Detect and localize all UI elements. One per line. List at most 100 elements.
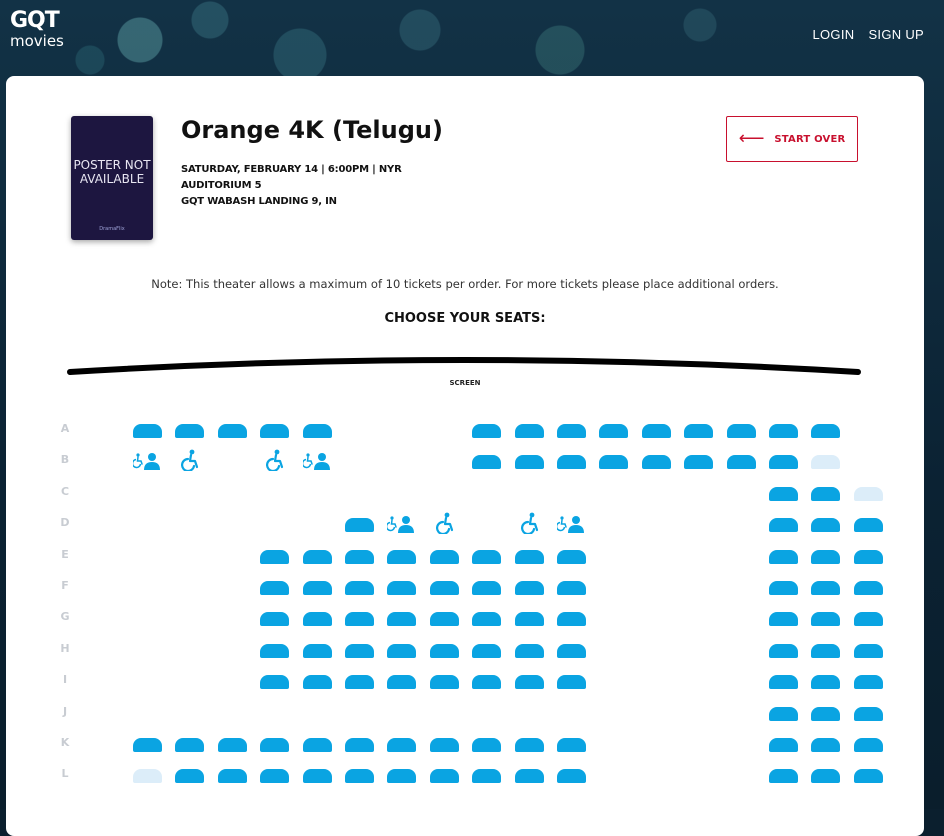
seat-h-4[interactable] [260, 643, 290, 658]
seat-g-10[interactable] [514, 612, 544, 627]
seat-g-8[interactable] [429, 612, 459, 627]
seat-k-8[interactable] [429, 738, 459, 752]
seat-l-5[interactable] [302, 769, 332, 784]
seat-c-16[interactable] [769, 486, 798, 501]
seat-l-9[interactable] [472, 769, 502, 784]
seat-b-12[interactable] [599, 455, 629, 470]
gqt-movies-logo[interactable]: GQT movies [10, 10, 64, 50]
seat-l-11[interactable] [557, 769, 586, 784]
seat-k-2[interactable] [175, 738, 205, 752]
seat-a-10[interactable] [514, 424, 544, 438]
seat-l-18[interactable] [853, 769, 883, 784]
seat-d-18[interactable] [853, 518, 883, 533]
seat-k-16[interactable] [769, 738, 798, 752]
seat-g-16[interactable] [769, 612, 798, 627]
seat-a-3[interactable] [217, 424, 247, 438]
seat-f-8[interactable] [429, 581, 459, 595]
seat-h-16[interactable] [769, 643, 798, 658]
seat-a-2[interactable] [175, 424, 205, 438]
seat-l-3[interactable] [217, 769, 247, 784]
seat-f-4[interactable] [260, 581, 290, 595]
seat-h-8[interactable] [429, 643, 459, 658]
seat-a-11[interactable] [557, 424, 586, 438]
seat-i-7[interactable] [387, 675, 417, 690]
seat-i-5[interactable] [302, 675, 332, 690]
seat-h-9[interactable] [472, 643, 502, 658]
seat-g-11[interactable] [557, 612, 586, 627]
seat-k-4[interactable] [260, 738, 290, 752]
seat-f-18[interactable] [853, 581, 883, 595]
seat-f-17[interactable] [811, 581, 841, 595]
seat-d-17[interactable] [811, 518, 841, 533]
seat-d-16[interactable] [769, 518, 798, 533]
seat-k-5[interactable] [302, 738, 332, 752]
seat-e-11[interactable] [557, 549, 586, 564]
seat-h-18[interactable] [853, 643, 883, 658]
seat-h-11[interactable] [557, 643, 586, 658]
companion-seat-d-7[interactable] [385, 508, 419, 534]
seat-h-10[interactable] [514, 643, 544, 658]
seat-g-17[interactable] [811, 612, 841, 627]
seat-e-9[interactable] [472, 549, 502, 564]
seat-f-7[interactable] [387, 581, 417, 595]
seat-b-13[interactable] [641, 455, 671, 470]
seat-l-8[interactable] [429, 769, 459, 784]
seat-k-17[interactable] [811, 738, 841, 752]
seat-e-8[interactable] [429, 549, 459, 564]
seat-k-10[interactable] [514, 738, 544, 752]
seat-i-9[interactable] [472, 675, 502, 690]
seat-g-9[interactable] [472, 612, 502, 627]
seat-k-9[interactable] [472, 738, 502, 752]
seat-a-13[interactable] [641, 424, 671, 438]
seat-g-6[interactable] [345, 612, 374, 627]
start-over-button[interactable]: ⟵ START OVER [726, 116, 858, 162]
seat-a-5[interactable] [302, 424, 332, 438]
seat-i-10[interactable] [514, 675, 544, 690]
seat-c-17[interactable] [811, 486, 841, 501]
seat-e-17[interactable] [811, 549, 841, 564]
seat-l-7[interactable] [387, 769, 417, 784]
companion-seat-b-1[interactable] [131, 445, 165, 471]
wheelchair-seat-b-4[interactable] [258, 445, 292, 472]
seat-e-18[interactable] [853, 549, 883, 564]
seat-b-10[interactable] [514, 455, 544, 470]
seat-g-5[interactable] [302, 612, 332, 627]
seat-i-16[interactable] [769, 675, 798, 690]
seat-j-18[interactable] [853, 706, 883, 721]
seat-j-17[interactable] [811, 706, 841, 721]
seat-i-18[interactable] [853, 675, 883, 690]
seat-h-7[interactable] [387, 643, 417, 658]
seat-f-16[interactable] [769, 581, 798, 595]
seat-b-15[interactable] [726, 455, 756, 470]
seat-i-6[interactable] [345, 675, 374, 690]
seat-e-5[interactable] [302, 549, 332, 564]
seat-f-9[interactable] [472, 581, 502, 595]
seat-l-4[interactable] [260, 769, 290, 784]
seat-d-6[interactable] [345, 518, 374, 533]
wheelchair-seat-d-8[interactable] [428, 508, 462, 535]
seat-a-15[interactable] [726, 424, 756, 438]
seat-l-16[interactable] [769, 769, 798, 784]
seat-b-14[interactable] [684, 455, 714, 470]
seat-i-11[interactable] [557, 675, 586, 690]
seat-e-6[interactable] [345, 549, 374, 564]
seat-e-7[interactable] [387, 549, 417, 564]
seat-h-6[interactable] [345, 643, 374, 658]
seat-a-1[interactable] [133, 424, 162, 438]
seat-g-18[interactable] [853, 612, 883, 627]
seat-g-7[interactable] [387, 612, 417, 627]
seat-a-9[interactable] [472, 424, 502, 438]
seat-j-16[interactable] [769, 706, 798, 721]
seat-k-7[interactable] [387, 738, 417, 752]
wheelchair-seat-b-2[interactable] [173, 445, 207, 472]
seat-f-6[interactable] [345, 581, 374, 595]
seat-k-11[interactable] [557, 738, 586, 752]
seat-b-11[interactable] [557, 455, 586, 470]
seat-a-4[interactable] [260, 424, 290, 438]
seat-a-17[interactable] [811, 424, 841, 438]
seat-i-4[interactable] [260, 675, 290, 690]
seat-l-17[interactable] [811, 769, 841, 784]
seat-e-4[interactable] [260, 549, 290, 564]
seat-a-12[interactable] [599, 424, 629, 438]
seat-l-2[interactable] [175, 769, 205, 784]
